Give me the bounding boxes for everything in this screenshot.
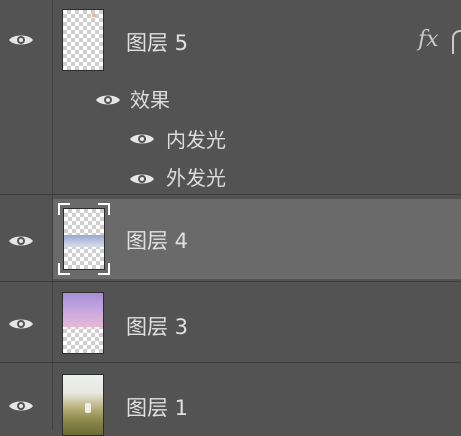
fx-icon[interactable]: fx <box>418 27 439 52</box>
eye-icon[interactable] <box>8 32 34 48</box>
layer-thumbnail <box>63 208 105 270</box>
visibility-column <box>0 363 53 430</box>
layer-name[interactable]: 图层 3 <box>126 311 188 341</box>
layer-name[interactable]: 图层 5 <box>126 27 188 57</box>
effect-inner-glow[interactable]: 内发光 <box>166 124 226 153</box>
layer-thumbnail <box>62 9 104 71</box>
selection-frame-corner <box>98 203 110 215</box>
layer-row-4[interactable]: 图层 4 <box>0 195 461 281</box>
eye-icon[interactable] <box>95 92 121 108</box>
visibility-column <box>0 0 53 194</box>
eye-icon[interactable] <box>129 131 155 147</box>
eye-icon[interactable] <box>8 316 34 332</box>
expand-effects-icon[interactable] <box>452 30 461 54</box>
layer-name[interactable]: 图层 1 <box>126 392 188 422</box>
selection-frame-corner <box>58 263 70 275</box>
layer-thumbnail <box>62 374 104 436</box>
layer-thumbnail <box>62 292 104 354</box>
selection-frame-corner <box>58 203 70 215</box>
selection-highlight <box>53 199 461 279</box>
eye-icon[interactable] <box>8 398 34 414</box>
eye-icon[interactable] <box>129 171 155 187</box>
eye-icon[interactable] <box>8 233 34 249</box>
layer-name[interactable]: 图层 4 <box>126 225 188 255</box>
effect-outer-glow[interactable]: 外发光 <box>166 162 226 191</box>
layer-row-5[interactable]: 图层 5 fx 效果 内发光 外发光 <box>0 0 461 194</box>
selection-frame-corner <box>98 263 110 275</box>
layer-row-3[interactable]: 图层 3 <box>0 282 461 362</box>
layer-row-1[interactable]: 图层 1 <box>0 363 461 436</box>
effects-label[interactable]: 效果 <box>130 84 170 113</box>
